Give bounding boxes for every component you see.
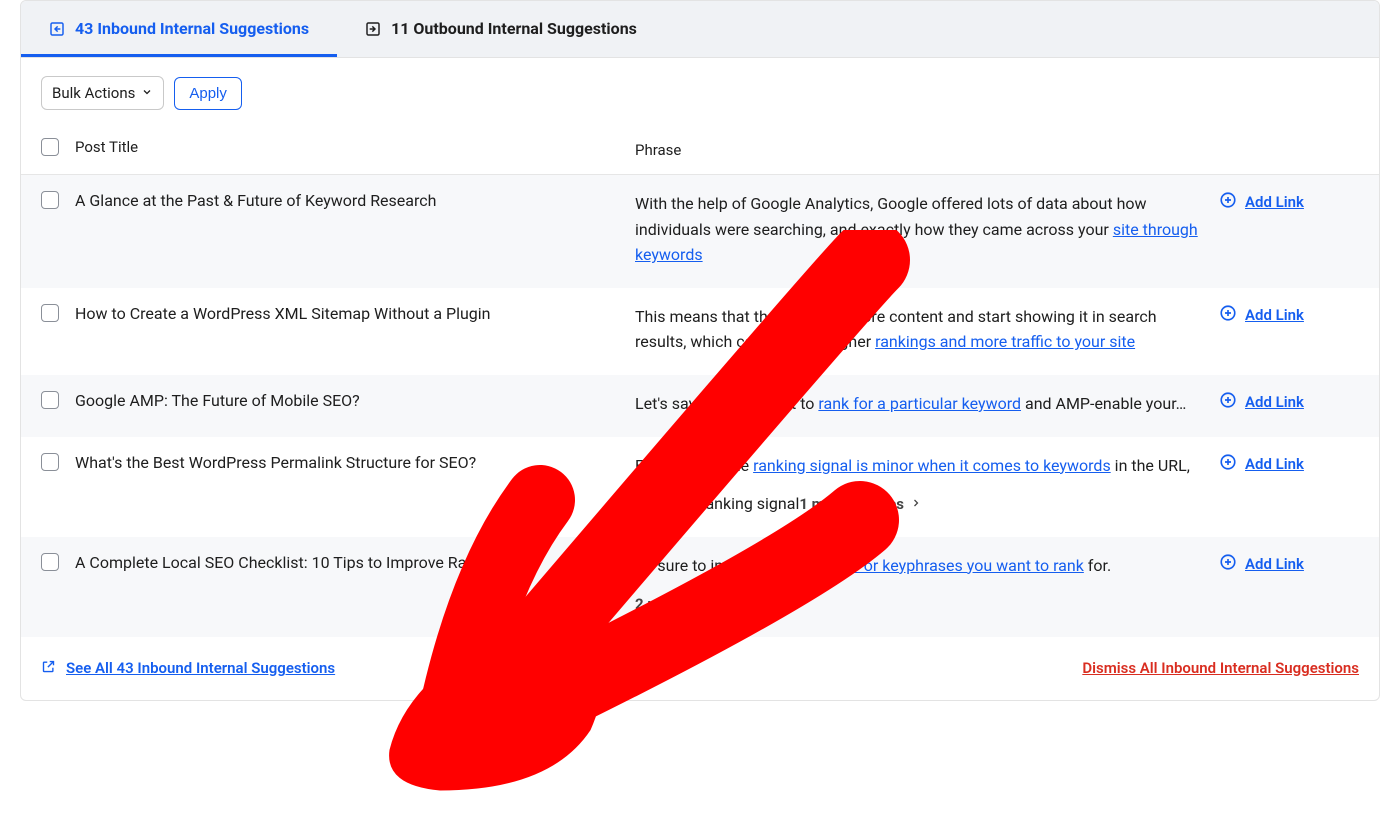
phrase-text: Be sure to include the [635,556,792,575]
chevron-right-icon [746,592,758,616]
row-checkbox[interactable] [41,191,59,209]
table-header: Post Title Phrase [21,124,1379,175]
tab-inbound-label: 43 Inbound Internal Suggestions [75,19,309,38]
table-row: A Complete Local SEO Checklist: 10 Tips … [21,537,1379,637]
row-checkbox[interactable] [41,553,59,571]
add-link-button[interactable]: Add Link [1219,391,1304,413]
more-phrases-label: 1 more phrases [799,492,904,516]
add-link-label: Add Link [1245,193,1304,211]
row-checkbox[interactable] [41,304,59,322]
header-phrase: Phrase [635,138,1219,162]
panel-footer: See All 43 Inbound Internal Suggestions … [21,637,1379,700]
tabs: 43 Inbound Internal Suggestions 11 Outbo… [21,1,1379,58]
phrase-text: With the help of Google Analytics, Googl… [635,194,1147,239]
phrase-text: for. [1084,556,1111,575]
toolbar: Bulk Actions Apply [21,58,1379,124]
post-title: What's the Best WordPress Permalink Stru… [75,453,635,517]
post-title: A Complete Local SEO Checklist: 10 Tips … [75,553,635,617]
more-phrases-label: 2 more phrases [635,592,740,616]
post-title: A Glance at the Past & Future of Keyword… [75,191,635,268]
row-checkbox[interactable] [41,391,59,409]
phrase-text: Let's say that you want to [635,394,818,413]
phrase-cell: With the help of Google Analytics, Googl… [635,191,1219,268]
phrase-cell: This means that they can find more conte… [635,304,1219,355]
see-all-link[interactable]: See All 43 Inbound Internal Suggestions [41,659,335,678]
chevron-right-icon [910,492,922,516]
plus-circle-icon [1219,453,1237,475]
add-link-label: Add Link [1245,555,1304,573]
plus-circle-icon [1219,553,1237,575]
chevron-down-icon [141,84,153,102]
table-row: A Glance at the Past & Future of Keyword… [21,175,1379,288]
phrase-text: and AMP-enable your… [1021,394,1186,413]
row-checkbox[interactable] [41,453,59,471]
external-link-icon [41,659,56,678]
phrase-cell: Let's say that you want to rank for a pa… [635,391,1219,417]
table-row: What's the Best WordPress Permalink Stru… [21,437,1379,537]
outbound-icon [365,21,381,37]
suggestions-panel: 43 Inbound Internal Suggestions 11 Outbo… [20,0,1380,701]
dismiss-all-link[interactable]: Dismiss All Inbound Internal Suggestions [1082,659,1359,677]
add-link-button[interactable]: Add Link [1219,191,1304,213]
suggestions-table: Post Title Phrase A Glance at the Past &… [21,124,1379,637]
phrase-cell: Be sure to include the keywords or keyph… [635,553,1219,617]
table-row: How to Create a WordPress XML Sitemap Wi… [21,288,1379,375]
phrase-anchor[interactable]: ranking signal is minor when it comes to… [753,456,1111,475]
inbound-icon [49,21,65,37]
phrase-anchor[interactable]: keywords or keyphrases you want to rank [792,556,1084,575]
see-all-label: See All 43 Inbound Internal Suggestions [66,659,335,677]
add-link-label: Add Link [1245,455,1304,473]
apply-button[interactable]: Apply [174,77,242,110]
phrase-text: Even though the [635,456,753,475]
plus-circle-icon [1219,391,1237,413]
select-all-checkbox[interactable] [41,138,59,156]
plus-circle-icon [1219,304,1237,326]
tab-outbound-label: 11 Outbound Internal Suggestions [391,19,637,38]
add-link-label: Add Link [1245,393,1304,411]
table-row: Google AMP: The Future of Mobile SEO?Let… [21,375,1379,437]
phrase-cell: Even though the ranking signal is minor … [635,453,1219,517]
add-link-button[interactable]: Add Link [1219,304,1304,326]
tab-outbound[interactable]: 11 Outbound Internal Suggestions [337,1,665,57]
post-title: Google AMP: The Future of Mobile SEO? [75,391,635,417]
add-link-button[interactable]: Add Link [1219,553,1304,575]
more-phrases-toggle[interactable]: 1 more phrases [799,492,922,516]
phrase-anchor[interactable]: rank for a particular keyword [818,394,1021,413]
add-link-label: Add Link [1245,306,1304,324]
add-link-button[interactable]: Add Link [1219,453,1304,475]
bulk-actions-select[interactable]: Bulk Actions [41,76,164,110]
tab-inbound[interactable]: 43 Inbound Internal Suggestions [21,1,337,57]
phrase-anchor[interactable]: rankings and more traffic to your site [875,332,1135,351]
post-title: How to Create a WordPress XML Sitemap Wi… [75,304,635,355]
plus-circle-icon [1219,191,1237,213]
more-phrases-toggle[interactable]: 2 more phrases [635,592,758,616]
bulk-actions-label: Bulk Actions [52,84,135,102]
header-post-title: Post Title [75,138,635,162]
